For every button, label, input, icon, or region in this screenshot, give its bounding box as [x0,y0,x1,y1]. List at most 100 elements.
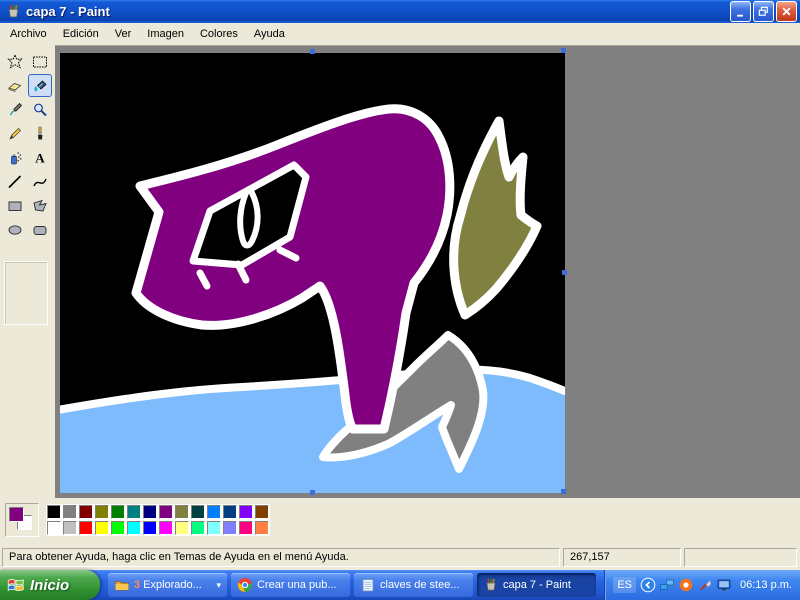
status-bar: Para obtener Ayuda, haga clic en Temas d… [0,545,800,570]
palette-color[interactable] [238,520,254,536]
tool-select[interactable] [28,50,52,73]
polygon-icon [32,198,48,214]
paint-app-icon [5,3,22,20]
palette-color[interactable] [46,504,62,520]
tool-options-panel [4,261,48,325]
palette-color[interactable] [142,504,158,520]
palette-color[interactable] [222,504,238,520]
language-indicator[interactable]: ES [613,577,637,593]
task-button-paint[interactable]: capa 7 - Paint [477,573,596,597]
palette-color[interactable] [190,504,206,520]
update-icon[interactable] [678,577,694,593]
palette-color[interactable] [62,520,78,536]
tool-rounded-rectangle[interactable] [28,218,52,241]
palette-color[interactable] [222,520,238,536]
palette-color[interactable] [46,520,62,536]
status-cursor-coordinates: 267,157 [563,548,681,567]
picker-icon [7,102,23,118]
palette-color[interactable] [126,520,142,536]
close-button[interactable] [776,1,797,22]
menu-item-imagen[interactable]: Imagen [139,25,192,43]
palette-color[interactable] [78,504,94,520]
canvas-resize-handle-top[interactable] [310,49,315,54]
drawing-canvas[interactable] [60,53,565,493]
status-extra-panel [684,548,797,567]
tool-line[interactable] [3,170,27,193]
taskbar-clock[interactable]: 06:13 p.m. [740,579,792,591]
task-buttons: 3 Explorado... ▾ Crear una pub... claves de … [100,570,604,600]
taskbar: Inicio 3 Explorado... ▾ Crear una pub... cla… [0,570,800,600]
tool-eraser[interactable] [3,74,27,97]
tool-ellipse[interactable] [3,218,27,241]
magnifier-icon [32,102,48,118]
palette-color[interactable] [94,520,110,536]
task-button-label: capa 7 - Paint [503,579,571,591]
menu-item-ver[interactable]: Ver [107,25,140,43]
palette-color[interactable] [142,520,158,536]
cleaner-icon[interactable] [697,577,713,593]
start-button-label: Inicio [30,576,70,594]
tool-fill[interactable] [28,74,52,97]
line-icon [7,174,23,190]
palette-color[interactable] [190,520,206,536]
foreground-color-swatch[interactable] [9,507,24,522]
task-button-folder[interactable]: 3 Explorado... ▾ [108,573,227,597]
palette-color[interactable] [238,504,254,520]
tool-text[interactable] [28,146,52,169]
canvas-resize-handle-bottom-right[interactable] [561,489,566,494]
task-button-notepad[interactable]: claves de stee... [354,573,473,597]
fill-icon [32,78,48,94]
text-icon [32,150,48,166]
canvas-resize-handle-top-right[interactable] [561,48,566,53]
palette-color[interactable] [174,520,190,536]
tool-brush[interactable] [28,122,52,145]
palette-color[interactable] [62,504,78,520]
start-button[interactable]: Inicio [0,570,100,600]
status-help-text: Para obtener Ayuda, haga clic en Temas d… [2,548,560,567]
canvas-resize-handle-bottom[interactable] [310,490,315,495]
palette-color[interactable] [78,520,94,536]
minimize-button[interactable] [730,1,751,22]
chrome-icon [237,577,253,593]
menu-item-archivo[interactable]: Archivo [2,25,55,43]
tool-magnifier[interactable] [28,98,52,121]
color-bar [0,498,800,545]
menu-item-colores[interactable]: Colores [192,25,246,43]
tool-curve[interactable] [28,170,52,193]
menu-item-ayuda[interactable]: Ayuda [246,25,293,43]
pupil-shape [237,186,261,249]
network-icon[interactable] [659,577,675,593]
palette-color[interactable] [206,520,222,536]
palette-color[interactable] [158,520,174,536]
palette-color[interactable] [94,504,110,520]
menu-item-edicion[interactable]: Edición [55,25,107,43]
color-palette [46,504,272,536]
restore-button[interactable] [753,1,774,22]
palette-color[interactable] [126,504,142,520]
tool-pencil[interactable] [3,122,27,145]
canvas-resize-handle-right[interactable] [562,270,567,275]
title-bar: capa 7 - Paint [0,0,800,23]
palette-color[interactable] [110,504,126,520]
tool-polygon[interactable] [28,194,52,217]
tool-rectangle[interactable] [3,194,27,217]
tool-palette [0,45,55,498]
palette-color[interactable] [110,520,126,536]
tool-freeform-select[interactable] [3,50,27,73]
rounded-rectangle-icon [32,222,48,238]
eraser-icon [7,78,23,94]
task-button-label: Crear una pub... [257,579,337,591]
hide-icons-icon[interactable] [640,577,656,593]
palette-color[interactable] [206,504,222,520]
palette-color[interactable] [158,504,174,520]
tray-icons [640,577,732,593]
palette-color[interactable] [174,504,190,520]
current-colors-indicator [5,503,39,537]
select-icon [32,54,48,70]
task-button-chrome[interactable]: Crear una pub... [231,573,350,597]
palette-color[interactable] [254,520,270,536]
display-icon[interactable] [716,577,732,593]
tool-picker[interactable] [3,98,27,121]
tool-airbrush[interactable] [3,146,27,169]
palette-color[interactable] [254,504,270,520]
